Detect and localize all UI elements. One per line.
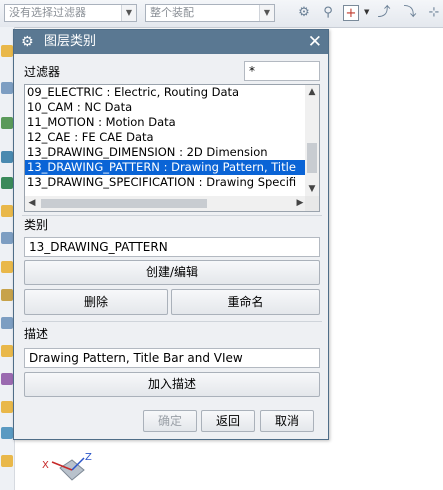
snap-icon[interactable]: ⚙ (296, 5, 312, 21)
gear-icon: ⚙ (21, 34, 34, 50)
description-label: 描述 (24, 327, 49, 341)
top-toolbar: 没有选择过滤器 ▼ 整个装配 ▼ ⚙ ⚲ + ▼ ⤴ ⤵ ⊹ (0, 0, 443, 28)
block-icon[interactable] (1, 205, 13, 217)
feature-icon[interactable] (1, 82, 13, 94)
category-input[interactable]: 13_DRAWING_PATTERN (24, 237, 320, 257)
endpoint-icon[interactable]: ⤵ (402, 5, 418, 21)
assembly-scope-value: 整个装配 (150, 6, 194, 19)
chevron-left-icon[interactable]: ◀ (25, 196, 39, 211)
chevron-down-icon[interactable]: ▼ (364, 8, 369, 16)
description-input[interactable]: Drawing Pattern, Title Bar and VIew (24, 348, 320, 368)
extrude-icon[interactable] (1, 261, 13, 273)
dialog-title: 图层类别 (44, 34, 97, 49)
boss-icon[interactable] (1, 345, 13, 357)
select-icon[interactable]: ⚲ (320, 5, 336, 21)
rename-button[interactable]: 重命名 (171, 289, 320, 315)
point-snap-icon[interactable]: + (343, 5, 359, 21)
assembly-scope-dropdown[interactable]: 整个装配 ▼ (145, 4, 275, 22)
chevron-up-icon[interactable]: ▲ (305, 85, 319, 99)
list-item[interactable]: 13_DRAWING_DIMENSION : 2D Dimension (25, 145, 306, 160)
scroll-corner (305, 196, 319, 211)
scrollbar-thumb[interactable] (307, 143, 317, 173)
vertical-scrollbar[interactable]: ▲ ▼ (305, 85, 319, 196)
selection-filter-value: 没有选择过滤器 (9, 6, 86, 19)
ok-button[interactable]: 确定 (143, 410, 197, 432)
cylinder-icon[interactable] (1, 232, 13, 244)
pocket-icon[interactable] (1, 373, 13, 385)
midpoint-icon[interactable]: ⊹ (426, 5, 442, 21)
filter-input[interactable]: * (244, 61, 320, 81)
category-list[interactable]: 09_ELECTRIC : Electric, Routing Data 10_… (24, 84, 320, 212)
category-label: 类别 (24, 218, 49, 232)
part-icon[interactable] (1, 45, 13, 57)
list-item[interactable]: 10_CAM : NC Data (25, 100, 306, 115)
layer-category-dialog: ⚙ 图层类别 ✕ 过滤器 * 09_ELECTRIC : Electric, R… (13, 29, 329, 440)
revolve-icon[interactable] (1, 289, 13, 301)
svg-text:X: X (42, 460, 49, 471)
cancel-button[interactable]: 取消 (260, 410, 314, 432)
selection-filter-dropdown[interactable]: 没有选择过滤器 ▼ (4, 4, 137, 22)
list-item[interactable]: 12_CAE : FE CAE Data (25, 130, 306, 145)
chevron-down-icon: ▼ (259, 5, 274, 21)
category-list-items: 09_ELECTRIC : Electric, Routing Data 10_… (25, 85, 306, 190)
divider (22, 321, 322, 322)
hole-icon[interactable] (1, 317, 13, 329)
svg-text:Z: Z (85, 452, 92, 463)
list-item[interactable]: 13_DRAWING_SPECIFICATION : Drawing Speci… (25, 175, 306, 190)
list-item[interactable]: 11_MOTION : Motion Data (25, 115, 306, 130)
create-edit-button[interactable]: 创建/编辑 (24, 260, 320, 285)
delete-button[interactable]: 删除 (24, 289, 168, 315)
dialog-titlebar[interactable]: ⚙ 图层类别 ✕ (14, 30, 328, 54)
sketch-icon[interactable] (1, 117, 13, 129)
groove-icon[interactable] (1, 455, 13, 467)
list-item[interactable]: 09_ELECTRIC : Electric, Routing Data (25, 85, 306, 100)
add-description-button[interactable]: 加入描述 (24, 372, 320, 397)
wcs-axis-icon: Z X (42, 452, 92, 481)
vertex-icon[interactable]: ⤴ (376, 5, 392, 21)
point-icon[interactable] (1, 177, 13, 189)
curve-icon[interactable] (1, 151, 13, 163)
list-item-selected[interactable]: 13_DRAWING_PATTERN : Drawing Pattern, Ti… (25, 160, 306, 175)
back-button[interactable]: 返回 (201, 410, 255, 432)
slot-icon[interactable] (1, 427, 13, 439)
close-icon[interactable]: ✕ (308, 31, 322, 53)
scrollbar-thumb[interactable] (41, 199, 207, 208)
pad-icon[interactable] (1, 401, 13, 413)
chevron-down-icon: ▼ (121, 5, 136, 21)
horizontal-scrollbar[interactable]: ◀ ▶ (25, 196, 307, 211)
divider (22, 215, 322, 216)
filter-label: 过滤器 (24, 65, 61, 79)
chevron-down-icon[interactable]: ▼ (305, 182, 319, 196)
